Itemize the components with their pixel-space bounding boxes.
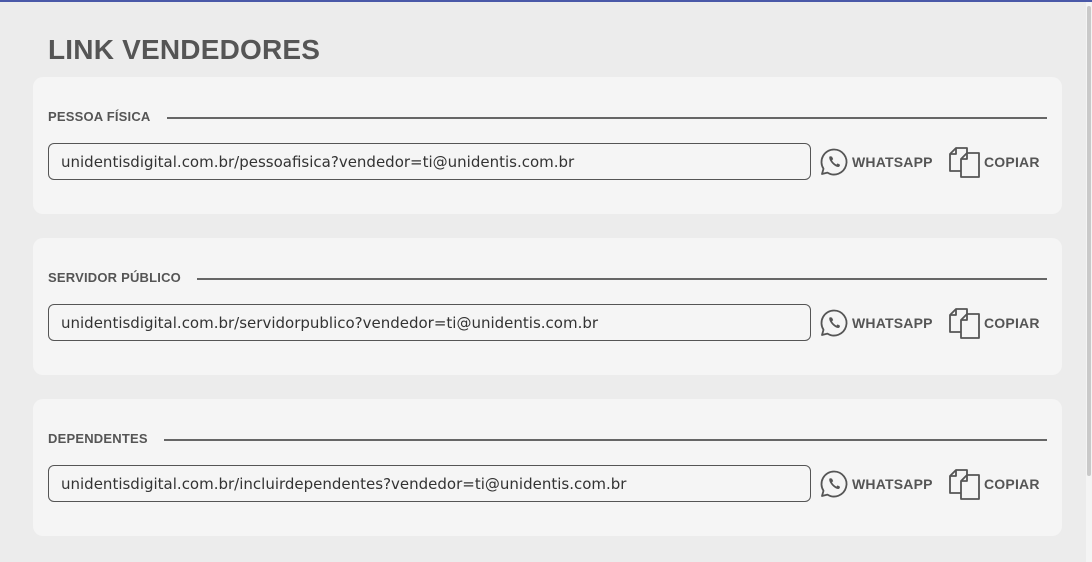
copy-label: COPIAR [984, 154, 1040, 170]
copy-label: COPIAR [984, 476, 1040, 492]
page-title: LINK VENDEDORES [48, 34, 321, 65]
section-card-servidor-publico: SERVIDOR PÚBLICO unidentisdigital.com.br… [33, 238, 1062, 375]
whatsapp-button[interactable]: WHATSAPP [819, 305, 933, 341]
section-title: SERVIDOR PÚBLICO [48, 269, 181, 285]
copy-label: COPIAR [984, 315, 1040, 331]
copy-icon [947, 145, 981, 179]
section-title: PESSOA FÍSICA [48, 108, 151, 124]
section-card-dependentes: DEPENDENTES unidentisdigital.com.br/incl… [33, 399, 1062, 536]
link-field[interactable]: unidentisdigital.com.br/incluirdependent… [48, 465, 811, 502]
whatsapp-icon [819, 308, 849, 338]
section-header: PESSOA FÍSICA [48, 107, 1047, 125]
link-field[interactable]: unidentisdigital.com.br/servidorpublico?… [48, 304, 811, 341]
copy-button[interactable]: COPIAR [947, 466, 1040, 502]
top-accent-line [0, 0, 1092, 2]
section-card-pessoa-fisica: PESSOA FÍSICA unidentisdigital.com.br/pe… [33, 77, 1062, 214]
whatsapp-button[interactable]: WHATSAPP [819, 144, 933, 180]
whatsapp-icon [819, 147, 849, 177]
whatsapp-button[interactable]: WHATSAPP [819, 466, 933, 502]
whatsapp-label: WHATSAPP [852, 154, 933, 170]
copy-icon [947, 306, 981, 340]
section-title: DEPENDENTES [48, 430, 148, 446]
vertical-scrollbar[interactable] [1086, 2, 1092, 562]
section-header: SERVIDOR PÚBLICO [48, 268, 1047, 286]
whatsapp-label: WHATSAPP [852, 476, 933, 492]
section-divider [163, 438, 1047, 441]
copy-button[interactable]: COPIAR [947, 305, 1040, 341]
section-divider [166, 116, 1047, 119]
scrollbar-thumb[interactable] [1087, 6, 1091, 476]
whatsapp-icon [819, 469, 849, 499]
copy-icon [947, 467, 981, 501]
copy-button[interactable]: COPIAR [947, 144, 1040, 180]
section-header: DEPENDENTES [48, 429, 1047, 447]
section-divider [196, 277, 1047, 280]
whatsapp-label: WHATSAPP [852, 315, 933, 331]
link-field[interactable]: unidentisdigital.com.br/pessoafisica?ven… [48, 143, 811, 180]
